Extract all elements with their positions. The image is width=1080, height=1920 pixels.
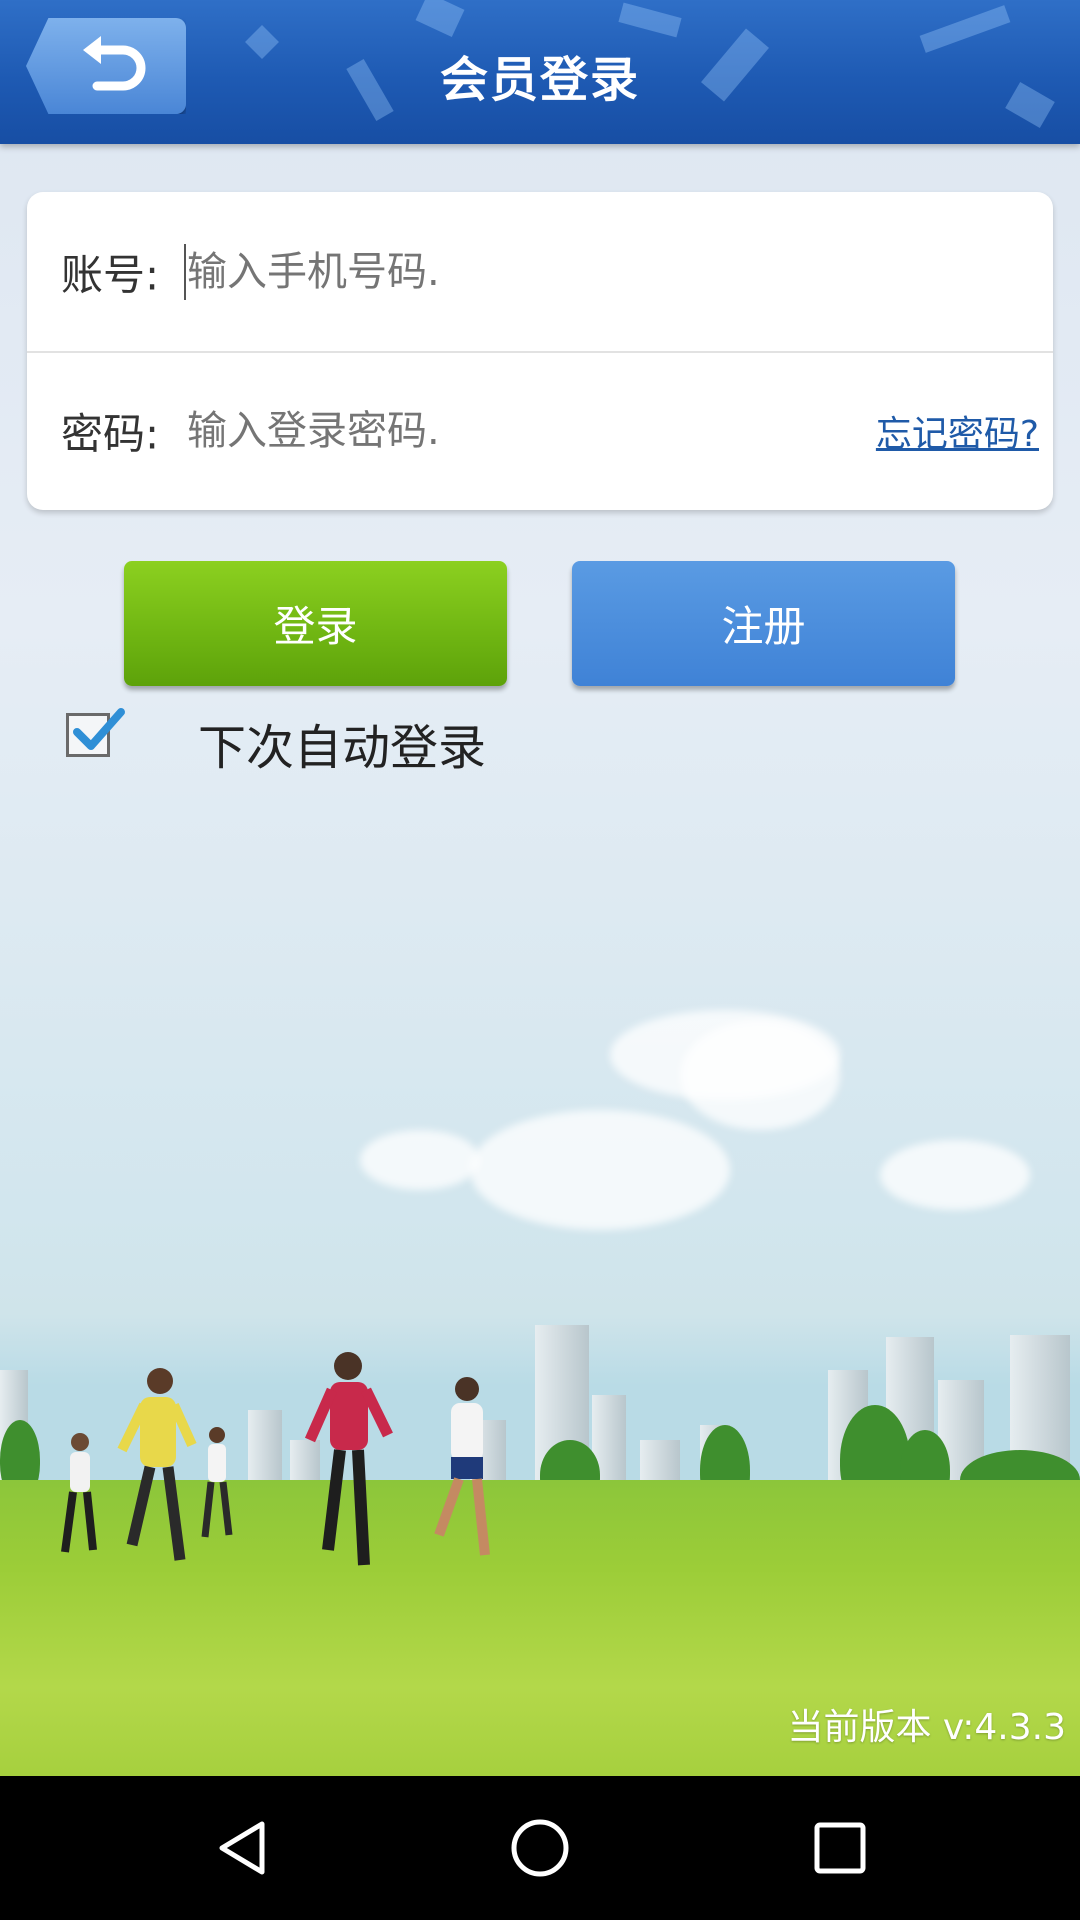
app-header: 会员登录 <box>0 0 1080 144</box>
header-decoration <box>415 0 465 38</box>
cloud <box>470 1110 730 1230</box>
register-button[interactable]: 注册 <box>572 561 955 686</box>
text-cursor <box>184 244 186 300</box>
account-label: 账号: <box>61 250 160 299</box>
nav-back-icon <box>219 1821 265 1875</box>
runner-figure <box>434 1377 490 1556</box>
header-decoration <box>618 2 682 38</box>
login-button[interactable]: 登录 <box>124 561 507 686</box>
login-form-card: 账号: 密码: 忘记密码? <box>27 192 1053 510</box>
page-title: 会员登录 <box>439 52 640 108</box>
password-label: 密码: <box>61 409 160 458</box>
nav-recents-button[interactable] <box>740 1776 940 1920</box>
password-row: 密码: 忘记密码? <box>27 351 1053 510</box>
forgot-password-link[interactable]: 忘记密码? <box>876 405 1039 457</box>
account-row: 账号: <box>27 192 1053 353</box>
auto-login-checkbox[interactable] <box>66 708 125 757</box>
system-nav-bar <box>0 1776 1080 1920</box>
checkmark-icon <box>73 708 125 750</box>
cloud <box>360 1130 480 1190</box>
account-input[interactable] <box>185 247 709 296</box>
runner-figure <box>304 1352 393 1566</box>
version-label: 当前版本 v:4.3.3 <box>787 1707 1066 1748</box>
cloud <box>880 1140 1030 1210</box>
nav-recents-icon <box>814 1822 866 1874</box>
nav-back-button[interactable] <box>142 1776 342 1920</box>
runner-figure <box>117 1368 197 1561</box>
nav-home-button[interactable] <box>440 1776 640 1920</box>
runner-figure <box>61 1433 97 1553</box>
password-input[interactable] <box>185 406 709 455</box>
nav-home-icon <box>511 1819 569 1877</box>
auto-login-label: 下次自动登录 <box>198 720 487 776</box>
cloud <box>680 1020 840 1130</box>
runner-figure <box>201 1427 233 1538</box>
